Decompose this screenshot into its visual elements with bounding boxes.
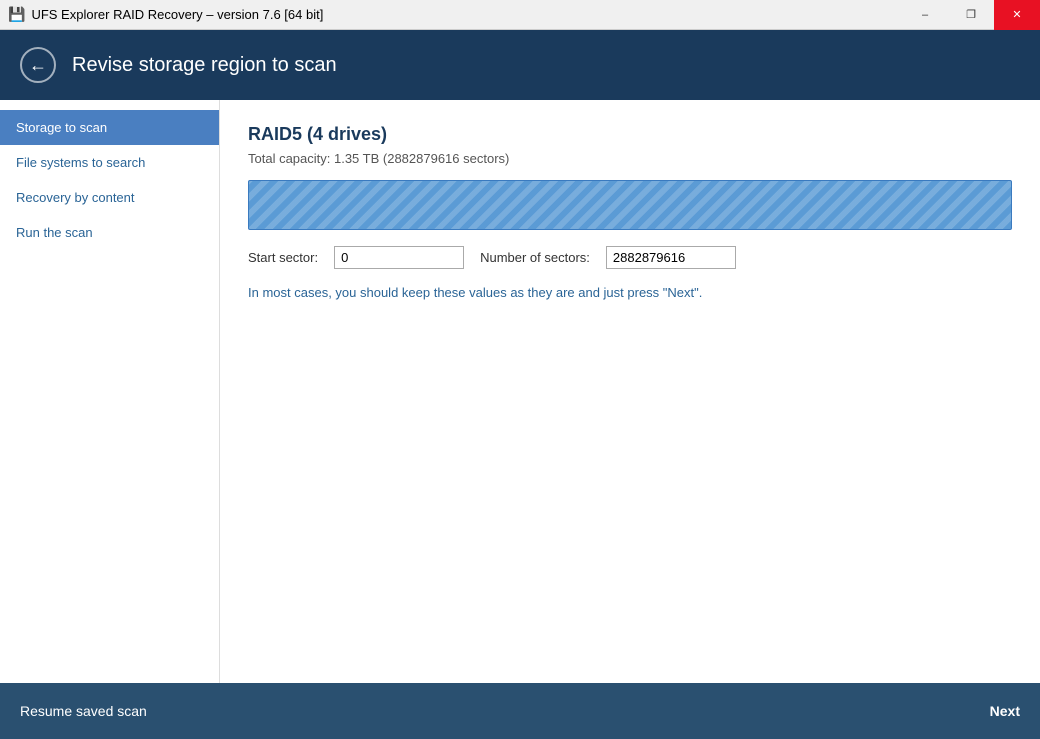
hint-text: In most cases, you should keep these val… bbox=[248, 285, 1012, 300]
restore-button[interactable]: ❐ bbox=[948, 0, 994, 30]
sidebar: Storage to scan File systems to search R… bbox=[0, 100, 220, 683]
start-sector-input[interactable] bbox=[334, 246, 464, 269]
next-button[interactable]: Next bbox=[990, 703, 1020, 719]
header-title: Revise storage region to scan bbox=[72, 54, 337, 77]
total-capacity: Total capacity: 1.35 TB (2882879616 sect… bbox=[248, 151, 1012, 166]
num-sectors-label: Number of sectors: bbox=[480, 250, 590, 265]
back-button[interactable]: ← bbox=[20, 47, 56, 83]
titlebar: 💾 UFS Explorer RAID Recovery – version 7… bbox=[0, 0, 1040, 30]
hint-suffix: . bbox=[699, 285, 703, 300]
titlebar-left: 💾 UFS Explorer RAID Recovery – version 7… bbox=[8, 6, 323, 23]
sidebar-item-label: Storage to scan bbox=[16, 120, 107, 135]
sidebar-item-label: Recovery by content bbox=[16, 190, 135, 205]
start-sector-label: Start sector: bbox=[248, 250, 318, 265]
num-sectors-input[interactable] bbox=[606, 246, 736, 269]
app-icon: 💾 bbox=[8, 6, 25, 23]
capacity-bar bbox=[248, 180, 1012, 230]
hint-link: "Next" bbox=[663, 285, 699, 300]
sector-fields: Start sector: Number of sectors: bbox=[248, 246, 1012, 269]
sidebar-item-run-the-scan[interactable]: Run the scan bbox=[0, 215, 219, 250]
content-area: RAID5 (4 drives) Total capacity: 1.35 TB… bbox=[220, 100, 1040, 683]
sidebar-item-label: File systems to search bbox=[16, 155, 145, 170]
resume-saved-scan-button[interactable]: Resume saved scan bbox=[20, 703, 147, 719]
minimize-button[interactable]: – bbox=[902, 0, 948, 30]
hint-prefix: In most cases, you should keep these val… bbox=[248, 285, 663, 300]
titlebar-title: UFS Explorer RAID Recovery – version 7.6… bbox=[31, 7, 323, 22]
sidebar-item-recovery-by-content[interactable]: Recovery by content bbox=[0, 180, 219, 215]
titlebar-controls: – ❐ ✕ bbox=[902, 0, 1040, 30]
sidebar-item-label: Run the scan bbox=[16, 225, 93, 240]
storage-title: RAID5 (4 drives) bbox=[248, 124, 1012, 145]
header: ← Revise storage region to scan bbox=[0, 30, 1040, 100]
sidebar-item-storage-to-scan[interactable]: Storage to scan bbox=[0, 110, 219, 145]
sidebar-item-file-systems[interactable]: File systems to search bbox=[0, 145, 219, 180]
footer: Resume saved scan Next bbox=[0, 683, 1040, 739]
close-button[interactable]: ✕ bbox=[994, 0, 1040, 30]
main: Storage to scan File systems to search R… bbox=[0, 100, 1040, 683]
